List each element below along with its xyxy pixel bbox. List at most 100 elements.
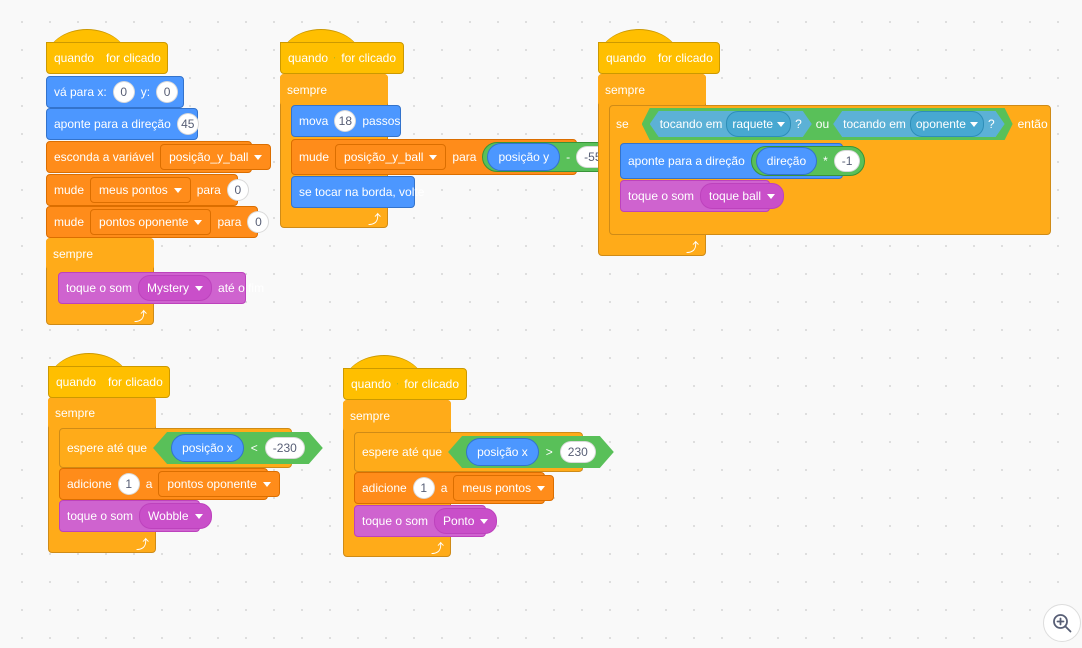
- hide-variable-block[interactable]: esconda a variável posição_y_ball: [46, 141, 272, 173]
- block-text: aponte para a direção: [628, 154, 745, 168]
- variable-dropdown[interactable]: pontos oponente: [90, 209, 212, 235]
- less-than-operator[interactable]: posição x < -230: [153, 432, 323, 464]
- block-text: vá para x:: [54, 85, 107, 99]
- variable-dropdown[interactable]: meus pontos: [90, 177, 191, 203]
- change-variable-block[interactable]: adicione 1 a meus pontos: [354, 472, 555, 504]
- sound-dropdown[interactable]: Mystery: [138, 275, 213, 301]
- variable-dropdown[interactable]: meus pontos: [453, 475, 555, 501]
- variable-dropdown[interactable]: pontos oponente: [158, 471, 280, 497]
- caret-down-icon: [777, 122, 785, 127]
- block-text: toque o som: [628, 189, 695, 203]
- play-sound-block[interactable]: toque o som Ponto: [354, 505, 498, 537]
- multiply-operator[interactable]: direção * -1: [750, 146, 866, 176]
- zoom-in-icon: [1053, 614, 1072, 633]
- or-operator[interactable]: tocando em raquete? ou tocando em oponente…: [642, 108, 1013, 140]
- bounce-on-edge-block[interactable]: se tocar na borda, volte: [291, 176, 424, 208]
- point-direction-block[interactable]: aponte para a direção 45: [46, 108, 199, 140]
- touching-block[interactable]: tocando em oponente?: [833, 111, 1004, 137]
- object-dropdown[interactable]: oponente: [910, 111, 984, 137]
- operator-text: ou: [815, 117, 830, 131]
- block-text: tocando em: [659, 117, 723, 131]
- block-text: então: [1017, 117, 1048, 131]
- dropdown-value: pontos oponente: [99, 215, 189, 229]
- caret-down-icon: [254, 154, 263, 160]
- go-to-xy-block[interactable]: vá para x: 0 y: 0: [46, 76, 184, 108]
- operator-symbol: -: [566, 150, 571, 164]
- sound-dropdown[interactable]: Wobble: [139, 503, 212, 529]
- dropdown-value: meus pontos: [462, 481, 532, 495]
- play-sound-until-done-block[interactable]: toque o som Mystery até o fim: [58, 272, 264, 304]
- loop-arrow-icon: ⤴: [431, 541, 445, 556]
- forever-label: sempre: [48, 397, 156, 429]
- green-flag-icon: [334, 50, 335, 66]
- caret-down-icon: [970, 122, 978, 127]
- play-sound-block[interactable]: toque o som Wobble: [59, 500, 212, 532]
- block-text: a: [440, 481, 448, 495]
- block-text: para: [196, 183, 221, 197]
- wait-until-block[interactable]: espere até que posição x >230: [354, 432, 583, 472]
- direction-input[interactable]: 45: [176, 113, 199, 135]
- caret-down-icon: [262, 481, 271, 487]
- variable-dropdown[interactable]: posição_y_ball: [335, 144, 447, 170]
- dropdown-value: posição_y_ball: [344, 150, 424, 164]
- forever-label: sempre: [343, 400, 451, 432]
- when-flag-clicked-hat[interactable]: quando for clicado: [343, 355, 467, 400]
- value-input[interactable]: -1: [833, 150, 861, 172]
- zoom-in-button[interactable]: [1043, 604, 1081, 642]
- operator-symbol: >: [545, 445, 553, 459]
- play-sound-block[interactable]: toque o som toque ball: [620, 180, 785, 212]
- operator-symbol: *: [823, 154, 828, 168]
- x-input[interactable]: 0: [112, 81, 135, 103]
- change-variable-block[interactable]: adicione 1 a pontos oponente: [59, 468, 280, 500]
- when-flag-clicked-hat[interactable]: quando for clicado: [280, 29, 404, 74]
- block-text: espere até que: [67, 441, 148, 455]
- value-input[interactable]: -230: [265, 437, 305, 459]
- x-position-reporter[interactable]: posição x: [171, 434, 244, 462]
- variable-dropdown[interactable]: posição_y_ball: [160, 144, 272, 170]
- green-flag-icon: [397, 376, 398, 392]
- block-text: para: [452, 150, 477, 164]
- value-input[interactable]: 1: [412, 477, 435, 499]
- set-variable-block[interactable]: mude posição_y_ball para posição y - -55: [291, 139, 615, 175]
- x-position-reporter[interactable]: posição x: [466, 438, 539, 466]
- hat-text: for clicado: [106, 51, 161, 65]
- hat-text: quando: [54, 51, 95, 65]
- operator-symbol: <: [250, 441, 258, 455]
- dropdown-value: Ponto: [443, 514, 475, 528]
- set-variable-block[interactable]: mude meus pontos para 0: [46, 174, 249, 206]
- when-flag-clicked-hat[interactable]: quando for clicado: [46, 29, 168, 74]
- block-text: tocando em: [843, 117, 906, 131]
- value-input[interactable]: 0: [226, 179, 249, 201]
- object-dropdown[interactable]: raquete: [726, 111, 791, 137]
- move-steps-block[interactable]: mova 18 passos: [291, 105, 401, 137]
- when-flag-clicked-hat[interactable]: quando for clicado: [598, 29, 720, 74]
- when-flag-clicked-hat[interactable]: quando for clicado: [48, 353, 170, 398]
- hat-text: quando: [351, 377, 392, 391]
- dropdown-value: Wobble: [148, 509, 189, 523]
- y-input[interactable]: 0: [156, 81, 179, 103]
- block-text: até o fim: [218, 281, 265, 295]
- direction-reporter[interactable]: direção: [755, 147, 818, 175]
- sound-dropdown[interactable]: Ponto: [434, 508, 498, 534]
- greater-than-operator[interactable]: posição x >230: [448, 436, 614, 468]
- dropdown-value: meus pontos: [99, 183, 168, 197]
- dropdown-value: posição_y_ball: [169, 150, 249, 164]
- wait-until-block[interactable]: espere até que posição x < -230: [59, 428, 292, 468]
- value-input[interactable]: 0: [247, 211, 270, 233]
- block-text: toque o som: [362, 514, 429, 528]
- touching-block[interactable]: tocando em raquete?: [650, 111, 812, 137]
- point-direction-block[interactable]: aponte para a direção direção * -1: [620, 143, 866, 179]
- subtract-operator[interactable]: posição y - -55: [482, 142, 615, 172]
- hat-text: for clicado: [404, 377, 459, 391]
- caret-down-icon: [194, 513, 203, 519]
- dropdown-value: raquete: [732, 117, 774, 131]
- value-input[interactable]: 230: [560, 441, 596, 463]
- block-text: mude: [299, 150, 330, 164]
- set-variable-block[interactable]: mude pontos oponente para 0: [46, 206, 270, 238]
- sound-dropdown[interactable]: toque ball: [700, 183, 785, 209]
- steps-input[interactable]: 18: [334, 110, 357, 132]
- value-input[interactable]: 1: [117, 473, 140, 495]
- caret-down-icon: [480, 518, 489, 524]
- y-position-reporter[interactable]: posição y: [487, 143, 561, 171]
- block-text: adicione: [67, 477, 112, 491]
